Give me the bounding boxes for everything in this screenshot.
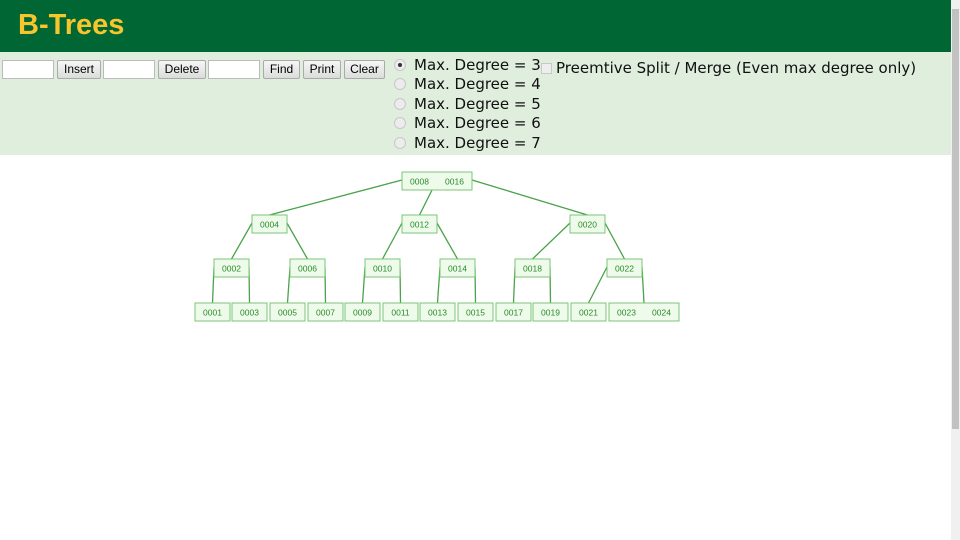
degree-option-7[interactable]: Max. Degree = 7 [394, 133, 541, 152]
radio-button[interactable] [394, 116, 406, 129]
tree-node: 0013 [419, 302, 456, 322]
node-key: 0010 [373, 264, 392, 274]
tree-edge [471, 179, 588, 216]
node-key: 0013 [428, 308, 447, 318]
tree-node: 0010 [364, 258, 401, 278]
node-key: 0001 [203, 308, 222, 318]
tree-node: 0009 [344, 302, 381, 322]
find-button[interactable]: Find [263, 60, 300, 79]
preemptive-label: Preemtive Split / Merge (Even max degree… [556, 59, 917, 77]
tree-edge [286, 222, 309, 260]
clear-button[interactable]: Clear [344, 60, 385, 79]
tree-node: 0022 [606, 258, 643, 278]
node-key: 0003 [240, 308, 259, 318]
tree-edge [269, 179, 403, 216]
vertical-scrollbar[interactable] [951, 0, 960, 540]
tree-node: 0012 [401, 214, 438, 234]
degree-label: Max. Degree = 7 [414, 133, 541, 152]
node-key: 0023 [617, 308, 636, 318]
node-key: 0019 [541, 308, 560, 318]
insert-button[interactable]: Insert [57, 60, 101, 79]
degree-option-5[interactable]: Max. Degree = 5 [394, 94, 541, 113]
tree-node: 0020 [569, 214, 606, 234]
print-button[interactable]: Print [303, 60, 341, 79]
radio-button[interactable] [394, 58, 406, 71]
node-key: 0024 [652, 308, 671, 318]
tree-edge [436, 222, 459, 260]
degree-label: Max. Degree = 5 [414, 94, 541, 113]
node-key: 0020 [578, 220, 597, 230]
node-key: 0009 [353, 308, 372, 318]
node-key: 0006 [298, 264, 317, 274]
radio-button[interactable] [394, 77, 406, 90]
tree-node: 0011 [382, 302, 419, 322]
tree-node: 0006 [289, 258, 326, 278]
degree-label: Max. Degree = 4 [414, 74, 541, 93]
tree-node: 0019 [532, 302, 569, 322]
preemptive-checkbox[interactable] [541, 62, 552, 74]
node-key: 0018 [523, 264, 542, 274]
node-key: 0015 [466, 308, 485, 318]
tree-node: 0017 [495, 302, 532, 322]
tree-node: 0023 0024 [608, 302, 680, 322]
node-key: 0007 [316, 308, 335, 318]
tree-node: 0008 0016 [401, 171, 473, 191]
node-key: 0021 [579, 308, 598, 318]
btree-canvas: 0008 0016 0004 0002 0001 0003 0006 0005 0007 0012… [194, 171, 680, 322]
node-key: 0005 [278, 308, 297, 318]
node-key: 0022 [615, 264, 634, 274]
tree-node: 0004 [251, 214, 288, 234]
degree-label: Max. Degree = 6 [414, 113, 541, 132]
node-key: 0008 [410, 177, 429, 187]
controls-panel: Insert Delete Find Print Clear Max. Degr… [0, 52, 951, 155]
delete-input[interactable] [103, 60, 155, 79]
tree-node: 0021 [570, 302, 607, 322]
node-key: 0012 [410, 220, 429, 230]
tree-node: 0007 [307, 302, 344, 322]
tree-node: 0018 [514, 258, 551, 278]
tree-edge [381, 222, 403, 260]
tree-node: 0002 [213, 258, 250, 278]
radio-button[interactable] [394, 136, 406, 149]
radio-button[interactable] [394, 97, 406, 110]
tree-edge [587, 266, 608, 304]
node-key: 0017 [504, 308, 523, 318]
tree-node: 0003 [231, 302, 268, 322]
preemptive-split-option[interactable]: Preemtive Split / Merge (Even max degree… [541, 59, 916, 77]
degree-option-3[interactable]: Max. Degree = 3 [394, 55, 541, 74]
tree-node: 0005 [269, 302, 306, 322]
delete-button[interactable]: Delete [158, 60, 206, 79]
tree-edge [532, 222, 571, 260]
tree-node: 0001 [194, 302, 231, 322]
find-input[interactable] [208, 60, 260, 79]
page-title: B-Trees [18, 9, 125, 41]
node-key: 0002 [222, 264, 241, 274]
degree-option-6[interactable]: Max. Degree = 6 [394, 113, 541, 132]
degree-option-4[interactable]: Max. Degree = 4 [394, 74, 541, 93]
node-key: 0016 [445, 177, 464, 187]
node-key: 0004 [260, 220, 279, 230]
tree-edge [604, 222, 626, 260]
insert-input[interactable] [2, 60, 54, 79]
node-key: 0014 [448, 264, 467, 274]
degree-label: Max. Degree = 3 [414, 55, 541, 74]
tree-node: 0015 [457, 302, 494, 322]
scrollbar-thumb[interactable] [952, 9, 959, 429]
header-bar: B-Trees [0, 0, 951, 52]
node-key: 0011 [391, 308, 410, 318]
tree-node: 0014 [439, 258, 476, 278]
tree-edge [230, 222, 253, 260]
